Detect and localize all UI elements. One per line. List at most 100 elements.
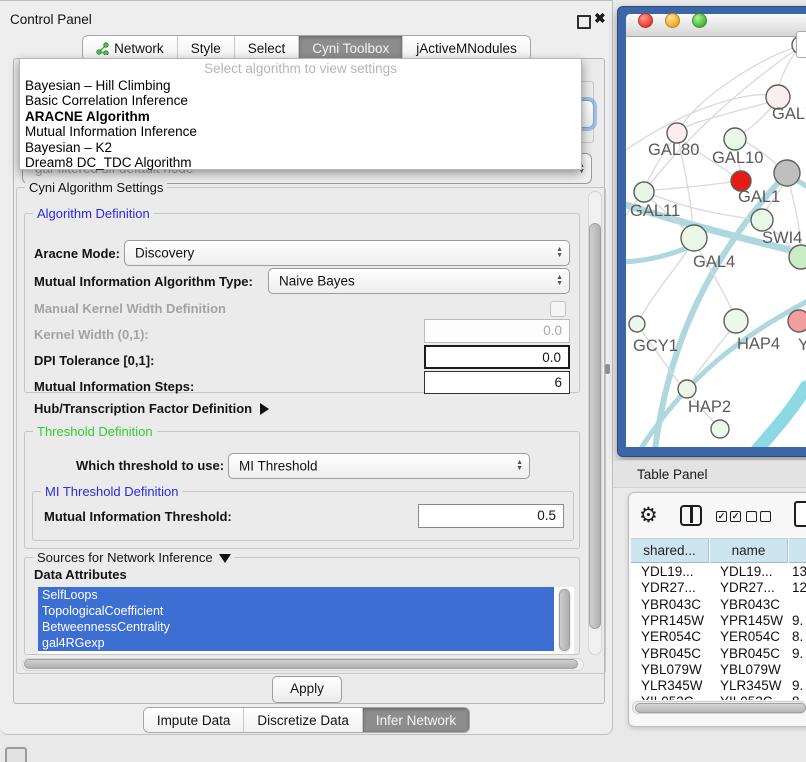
tab-network[interactable]: Network <box>83 36 178 60</box>
attribute-item-topologicalcoefficient[interactable]: TopologicalCoefficient <box>38 603 554 619</box>
tab-label: Cyni Toolbox <box>312 41 389 56</box>
node-table[interactable]: shared...nameAYDL19...YDL19...13YDR27...… <box>631 538 806 700</box>
data-attributes-label: Data Attributes <box>34 567 127 582</box>
data-attributes-list: SelfLoopsTopologicalCoefficientBetweenne… <box>38 587 574 654</box>
table-cell: YDL19... <box>720 564 798 580</box>
network-node-gal4[interactable] <box>681 225 707 251</box>
node-label-gcy1: GCY1 <box>633 337 678 355</box>
algorithm-option-mutual-information-inference[interactable]: Mutual Information Inference <box>20 124 581 139</box>
table-panel-header: Table Panel <box>613 460 806 488</box>
table-horizontal-scrollbar-thumb[interactable] <box>635 703 806 713</box>
attribute-item-betweennesscentrality[interactable]: BetweennessCentrality <box>38 619 554 635</box>
network-node-hap4[interactable] <box>724 309 748 333</box>
control-panel: Control Panel ✖ NetworkStyleSelectCyni T… <box>0 0 613 735</box>
deselect-check-icon[interactable] <box>746 511 757 522</box>
dpi-tolerance-field[interactable]: 0.0 <box>424 345 570 369</box>
column-header-a[interactable]: A <box>789 538 806 563</box>
settings-horizontal-scrollbar-thumb[interactable] <box>24 659 578 669</box>
table-cell: YBR045C <box>641 646 719 662</box>
network-node-gal11[interactable] <box>634 182 654 202</box>
attribute-item-selfloops[interactable]: SelfLoops <box>38 587 554 603</box>
aracne-mode-combobox[interactable]: Discovery ▲▼ <box>124 240 570 266</box>
mi-threshold-field[interactable]: 0.5 <box>418 504 564 528</box>
splitter-grip[interactable] <box>605 364 610 374</box>
algorithm-option-dream8-dc-tdc-algorithm[interactable]: Dream8 DC_TDC Algorithm <box>20 155 581 170</box>
network-node-gal1[interactable] <box>751 209 773 231</box>
network-node-gcy1[interactable] <box>629 316 645 332</box>
tab-style[interactable]: Style <box>178 36 235 60</box>
table-cell: 13 <box>792 564 806 580</box>
network-window-titlebar[interactable] <box>626 14 806 37</box>
algorithm-definition-title: Algorithm Definition <box>33 206 154 221</box>
table-cell: YBL079W <box>720 662 798 678</box>
algorithm-option-aracne-algorithm[interactable]: ARACNE Algorithm <box>20 109 581 124</box>
network-edge[interactable] <box>654 182 731 190</box>
table-row[interactable]: YLR345WYLR345W9. <box>631 678 806 694</box>
tab-label: Impute Data <box>157 713 231 728</box>
network-edge-thick[interactable] <box>757 387 806 447</box>
settings-gear-icon[interactable]: ⚙ <box>639 503 658 528</box>
table-row[interactable]: YBL079WYBL079W <box>631 662 806 678</box>
table-row[interactable]: YPR145WYPR145W9. <box>631 613 806 629</box>
algorithm-option-basic-correlation-inference[interactable]: Basic Correlation Inference <box>20 93 581 108</box>
table-row[interactable]: YIL052CYIL052C8. <box>631 694 806 700</box>
table-row[interactable]: YBR043CYBR043C <box>631 597 806 613</box>
column-header-name[interactable]: name <box>710 538 788 563</box>
close-icon[interactable]: ✖ <box>594 10 606 27</box>
attribute-item-gal4rgexp[interactable]: gal4RGexp <box>38 635 554 651</box>
settings-vertical-scrollbar-thumb[interactable] <box>589 223 601 629</box>
dropdown-prompt: Select algorithm to view settings <box>20 59 581 78</box>
network-node-hap2[interactable] <box>678 380 696 398</box>
table-row[interactable]: YBR045CYBR045C9. <box>631 646 806 662</box>
tab-discretize-data[interactable]: Discretize Data <box>244 708 363 732</box>
table-row[interactable]: YDR27...YDR27...12 <box>631 580 806 596</box>
table-cell: 8. <box>792 629 806 645</box>
mi-type-combobox[interactable]: Naive Bayes ▲▼ <box>268 268 570 294</box>
zoom-traffic-light-icon[interactable] <box>692 13 707 28</box>
docked-panel-icon[interactable] <box>5 747 27 762</box>
network-node-gal10[interactable] <box>724 128 746 150</box>
node-label-gal1: GAL1 <box>738 188 780 206</box>
network-node[interactable] <box>711 420 729 438</box>
mi-steps-field[interactable]: 6 <box>424 371 570 394</box>
which-threshold-value: MI Threshold <box>239 459 318 474</box>
deselect-check-icon[interactable] <box>760 511 771 522</box>
tab-infer-network[interactable]: Infer Network <box>363 708 469 732</box>
select-all-check-icon[interactable]: ✓ <box>716 511 727 522</box>
algorithm-option-bayesian-hill-climbing[interactable]: Bayesian – Hill Climbing <box>20 78 581 93</box>
table-row[interactable]: YDL19...YDL19...13 <box>631 564 806 580</box>
collapse-down-icon <box>219 554 231 563</box>
minimize-traffic-light-icon[interactable] <box>665 13 680 28</box>
table-row[interactable]: YER054CYER054C8. <box>631 629 806 645</box>
float-window-icon[interactable] <box>577 15 591 29</box>
column-view-icon[interactable] <box>680 505 702 526</box>
algorithm-option-bayesian-k2[interactable]: Bayesian – K2 <box>20 140 581 155</box>
network-node-gal80[interactable] <box>667 123 687 143</box>
clipped-toolbar-panel <box>796 31 806 58</box>
network-node-swi4[interactable] <box>789 245 806 269</box>
close-traffic-light-icon[interactable] <box>638 13 653 28</box>
hub-definition-expander[interactable]: Hub/Transcription Factor Definition <box>34 401 269 416</box>
manual-kernel-checkbox[interactable] <box>550 301 566 317</box>
tab-impute-data[interactable]: Impute Data <box>144 708 245 732</box>
table-cell: YIL052C <box>720 694 798 700</box>
list-scrollbar-thumb[interactable] <box>559 589 570 651</box>
network-node[interactable] <box>774 160 800 186</box>
network-canvas[interactable]: GAL7GAL80GAL10GAL1GAL11GAL4SWI4GCY1HAP4Y… <box>626 37 806 447</box>
network-node-y[interactable] <box>788 310 806 332</box>
select-all-check-icon[interactable]: ✓ <box>730 511 741 522</box>
hub-definition-label: Hub/Transcription Factor Definition <box>34 401 252 416</box>
network-edge[interactable] <box>741 106 773 134</box>
tab-jactivemnodules[interactable]: jActiveMNodules <box>403 36 530 60</box>
table-document-icon[interactable] <box>794 501 806 527</box>
mi-steps-label: Mutual Information Steps: <box>34 379 194 394</box>
table-cell: YBL079W <box>641 662 719 678</box>
kernel-width-field[interactable]: 0.0 <box>424 319 570 343</box>
tab-cyni-toolbox[interactable]: Cyni Toolbox <box>299 36 403 60</box>
tab-select[interactable]: Select <box>235 36 300 60</box>
table-cell: 9. <box>792 613 806 629</box>
which-threshold-combobox[interactable]: MI Threshold ▲▼ <box>228 453 530 479</box>
table-cell: YIL052C <box>641 694 719 700</box>
column-header-shared[interactable]: shared... <box>631 538 709 563</box>
apply-button[interactable]: Apply <box>272 676 342 703</box>
